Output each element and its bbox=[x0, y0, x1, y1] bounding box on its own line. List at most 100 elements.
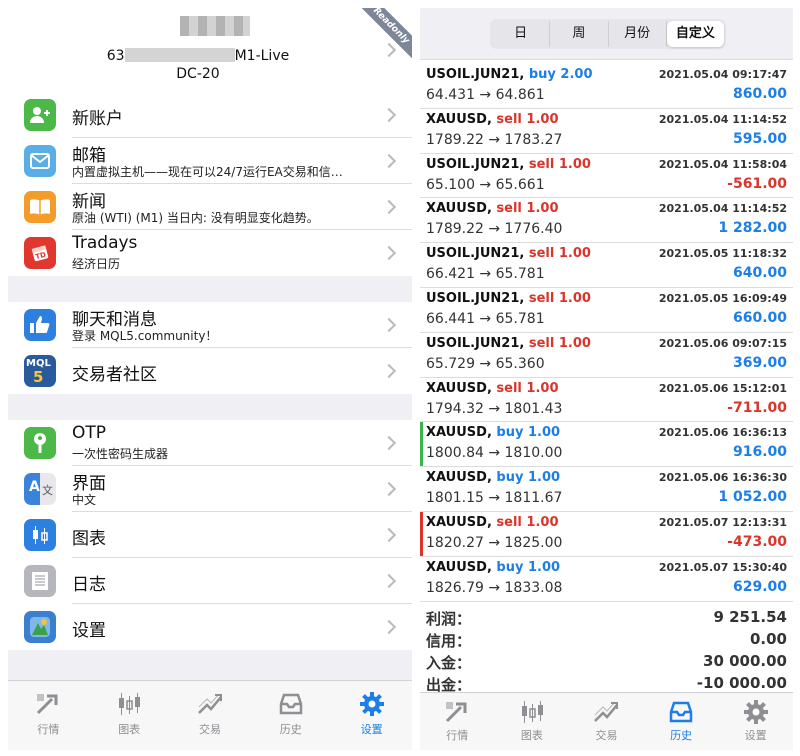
deal-row[interactable]: XAUUSD, sell 1.00 2021.05.07 12:13:31 1820… bbox=[420, 511, 793, 557]
tab-label: 图表 bbox=[118, 723, 141, 736]
menu-item-group1-2[interactable]: 新闻 原油 (WTI) (M1) 当日内: 没有明显变化趋势。 bbox=[8, 184, 412, 230]
menu-item-group3-0[interactable]: OTP 一次性密码生成器 bbox=[8, 420, 412, 466]
chevron-right-icon bbox=[381, 199, 397, 215]
tab-gear[interactable]: 设置 bbox=[718, 693, 793, 750]
summary-row-1: 信用： 0.00 bbox=[420, 628, 793, 650]
tab-label: 设置 bbox=[360, 723, 383, 736]
tab-trade[interactable]: 交易 bbox=[569, 693, 644, 750]
deal-side: buy 1.00 bbox=[496, 470, 561, 486]
summary-row-0: 利润： 9 251.54 bbox=[420, 606, 793, 628]
deal-symbol-name: USOIL.JUN21, bbox=[426, 335, 529, 351]
menu-item-group2-1[interactable]: MQL 5 交易者社区 bbox=[8, 348, 412, 394]
history-icon bbox=[276, 691, 306, 717]
deal-symbol: USOIL.JUN21, sell 1.00 bbox=[426, 291, 591, 306]
deal-symbol-name: USOIL.JUN21, bbox=[426, 156, 529, 172]
deal-side: sell 1.00 bbox=[496, 111, 559, 127]
history-summary: 利润： 9 251.54 信用： 0.00 入金： 30 000.00 出金： -10 000… bbox=[420, 606, 793, 694]
tab-label: 行情 bbox=[37, 723, 60, 736]
mql5-icon-number: 5 bbox=[33, 368, 44, 386]
period-tab-2[interactable]: 月份 bbox=[609, 21, 667, 47]
deal-row[interactable]: USOIL.JUN21, sell 1.00 2021.05.05 16:09:4… bbox=[420, 288, 793, 333]
deal-symbol: USOIL.JUN21, sell 1.00 bbox=[426, 336, 591, 351]
tab-history[interactable]: 历史 bbox=[250, 681, 331, 750]
menu-item-group3-3[interactable]: 日志 bbox=[8, 558, 412, 604]
settings-icon bbox=[24, 611, 56, 643]
candlestick-icon bbox=[24, 519, 56, 551]
tab-trade[interactable]: 交易 bbox=[170, 681, 251, 750]
menu-item-title: 日志 bbox=[72, 575, 106, 595]
period-tab-0[interactable]: 日 bbox=[492, 21, 551, 47]
deal-symbol-name: XAUUSD, bbox=[426, 111, 497, 127]
chevron-right-icon bbox=[381, 527, 397, 543]
period-tab-3[interactable]: 自定义 bbox=[666, 21, 724, 47]
deal-row[interactable]: XAUUSD, sell 1.00 2021.05.04 11:14:52 1789… bbox=[420, 109, 793, 154]
deal-row[interactable]: USOIL.JUN21, sell 1.00 2021.05.06 09:07:1… bbox=[420, 333, 793, 378]
deal-time: 2021.05.06 09:07:15 bbox=[658, 336, 787, 350]
menu-item-subtitle: 一次性密码生成器 bbox=[72, 447, 169, 461]
deal-prices: 65.100 → 65.661 bbox=[426, 176, 545, 193]
deal-prices: 64.431 → 64.861 bbox=[426, 87, 545, 103]
deal-time: 2021.05.04 09:17:47 bbox=[658, 68, 787, 81]
deal-symbol-name: XAUUSD, bbox=[426, 514, 497, 530]
tab-label: 交易 bbox=[595, 729, 618, 742]
deal-row[interactable]: XAUUSD, buy 1.00 2021.05.07 15:30:40 1826.… bbox=[420, 557, 793, 602]
deal-prices: 1801.15 → 1811.67 bbox=[426, 490, 563, 507]
menu-item-group3-4[interactable]: 设置 bbox=[8, 604, 412, 650]
deal-row[interactable]: USOIL.JUN21, sell 1.00 2021.05.05 11:18:3… bbox=[420, 243, 793, 288]
deal-row[interactable]: USOIL.JUN21, sell 1.00 2021.05.04 11:58:0… bbox=[420, 154, 793, 199]
menu-item-group3-2[interactable]: 图表 bbox=[8, 512, 412, 558]
menu-item-title: 新账户 bbox=[72, 109, 123, 129]
deal-profit: 640.00 bbox=[732, 265, 787, 282]
chevron-right-icon bbox=[381, 317, 397, 333]
settings-screen: 63 M1-Live DC-20 Readonly 新账户邮箱 内置虚拟主机——现在… bbox=[8, 8, 412, 750]
mail-icon bbox=[24, 145, 56, 177]
calendar-icon: TD bbox=[24, 237, 56, 269]
tab-gear[interactable]: 设置 bbox=[331, 681, 412, 750]
menu-item-title: Tradays bbox=[72, 233, 138, 253]
key-icon bbox=[24, 427, 56, 459]
menu-item-title: 设置 bbox=[72, 621, 106, 641]
deal-time: 2021.05.05 16:09:49 bbox=[658, 291, 787, 305]
account-header[interactable]: 63 M1-Live DC-20 Readonly bbox=[8, 8, 412, 92]
history-icon bbox=[666, 699, 696, 725]
menu-item-group3-1[interactable]: A 文界面 中文 bbox=[8, 466, 412, 512]
menu-item-group1-3[interactable]: TD Tradays 经济日历 bbox=[8, 230, 412, 276]
deal-symbol: XAUUSD, sell 1.00 bbox=[426, 515, 559, 530]
menu-group-accounts: 新账户邮箱 内置虚拟主机——现在可以24/7运行EA交易和信… 新闻 原油 (WTI)… bbox=[8, 92, 412, 276]
chevron-right-icon bbox=[381, 153, 397, 169]
menu-item-title: 图表 bbox=[72, 529, 106, 549]
menu-item-group1-0[interactable]: 新账户 bbox=[8, 92, 412, 138]
period-tab-1[interactable]: 周 bbox=[550, 21, 609, 47]
tab-quotes[interactable]: 行情 bbox=[420, 693, 495, 750]
deal-row[interactable]: XAUUSD, buy 1.00 2021.05.06 16:36:30 1801.… bbox=[420, 467, 793, 512]
tab-quotes[interactable]: 行情 bbox=[8, 681, 89, 750]
summary-value: 30 000.00 bbox=[703, 652, 787, 670]
deal-time: 2021.05.04 11:58:04 bbox=[658, 157, 787, 171]
deal-row[interactable]: XAUUSD, sell 1.00 2021.05.04 11:14:52 1789… bbox=[420, 198, 793, 244]
deal-symbol-name: XAUUSD, bbox=[426, 201, 497, 217]
deal-profit: 629.00 bbox=[732, 578, 787, 595]
deal-profit: 369.00 bbox=[732, 354, 787, 371]
deal-prices: 1794.32 → 1801.43 bbox=[426, 400, 563, 417]
tab-chart[interactable]: 图表 bbox=[89, 681, 170, 750]
summary-value: -10 000.00 bbox=[696, 674, 787, 692]
language-icon-cjk: 文 bbox=[42, 484, 53, 497]
deal-row[interactable]: XAUUSD, buy 1.00 2021.05.06 16:36:13 1800.… bbox=[420, 422, 793, 468]
tab-history[interactable]: 历史 bbox=[644, 693, 719, 750]
chevron-right-icon bbox=[381, 435, 397, 451]
tab-chart[interactable]: 图表 bbox=[495, 693, 570, 750]
deal-row[interactable]: XAUUSD, sell 1.00 2021.05.06 15:12:01 1794… bbox=[420, 378, 793, 423]
period-segmented-control: 日周月份 自定义 bbox=[490, 19, 726, 49]
menu-item-group2-0[interactable]: 聊天和消息 登录 MQL5.community！ bbox=[8, 302, 412, 348]
menu-item-subtitle: 内置虚拟主机——现在可以24/7运行EA交易和信… bbox=[72, 165, 343, 179]
account-login-prefix: 63 bbox=[106, 48, 125, 64]
deal-time: 2021.05.07 12:13:31 bbox=[658, 515, 787, 529]
deal-symbol-name: XAUUSD, bbox=[426, 559, 497, 575]
deal-time: 2021.05.04 11:14:52 bbox=[658, 112, 787, 126]
menu-item-title: OTP bbox=[72, 423, 107, 443]
deal-profit: -473.00 bbox=[727, 533, 787, 550]
deal-row[interactable]: USOIL.JUN21, buy 2.00 2021.05.04 09:17:47… bbox=[420, 64, 793, 109]
deal-symbol: USOIL.JUN21, buy 2.00 bbox=[426, 67, 593, 82]
menu-item-group1-1[interactable]: 邮箱 内置虚拟主机——现在可以24/7运行EA交易和信… bbox=[8, 138, 412, 184]
deal-symbol-name: USOIL.JUN21, bbox=[426, 67, 529, 82]
